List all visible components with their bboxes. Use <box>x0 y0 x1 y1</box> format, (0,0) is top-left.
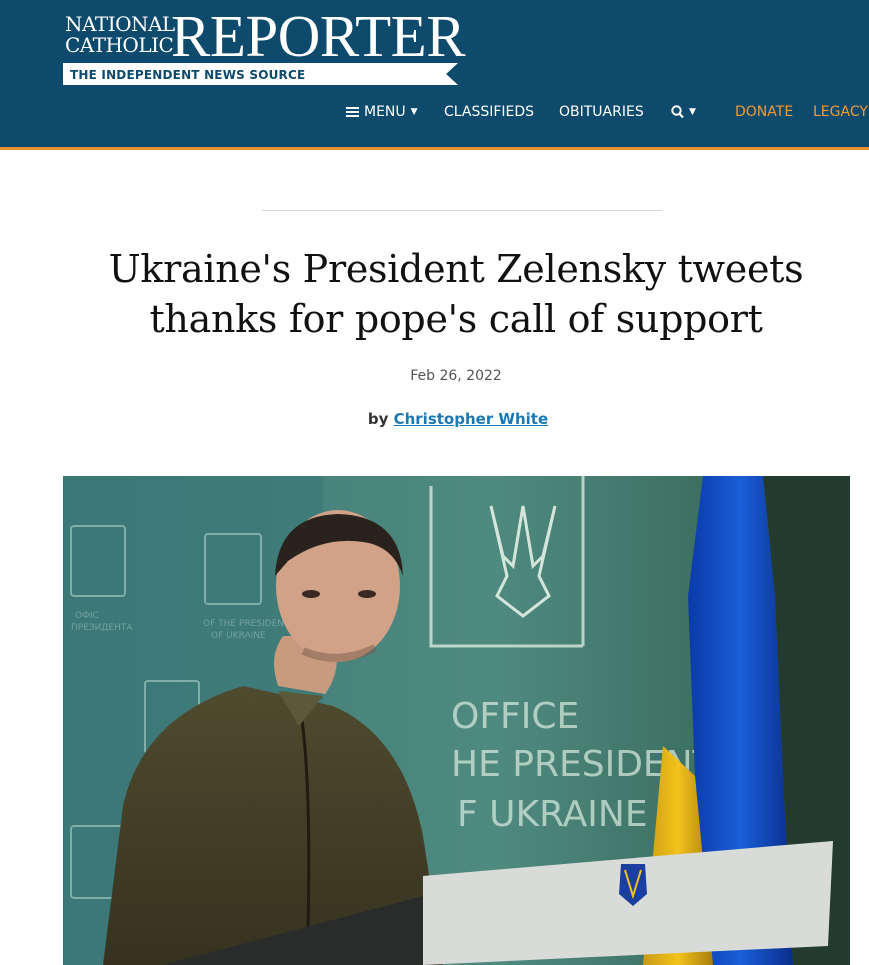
nav-menu-label: MENU <box>364 104 406 120</box>
svg-text:OF THE PRESIDENT: OF THE PRESIDENT <box>203 619 290 629</box>
byline-prefix: by <box>367 410 389 428</box>
logo-small-text: NATIONAL CATHOLIC <box>65 12 175 57</box>
headline-divider <box>262 210 662 211</box>
svg-text:ПРЕЗИДЕНТА: ПРЕЗИДЕНТА <box>71 623 133 633</box>
photo-illustration: ОФІС ПРЕЗИДЕНТА OF THE PRESIDENT OF UKRA… <box>63 476 850 965</box>
caret-down-icon: ▼ <box>689 107 696 117</box>
author-link[interactable]: Christopher White <box>394 410 549 428</box>
backdrop-text-ukraine: F UKRAINE <box>457 794 648 835</box>
logo-reporter-wordmark: REPORTER <box>171 3 466 69</box>
hamburger-icon <box>346 107 359 117</box>
svg-text:OF UKRAINE: OF UKRAINE <box>211 631 266 641</box>
article-byline: by Christopher White <box>0 410 869 428</box>
search-icon <box>671 105 684 119</box>
article-photo: ОФІС ПРЕЗИДЕНТА OF THE PRESIDENT OF UKRA… <box>63 476 850 965</box>
tagline-text: THE INDEPENDENT NEWS SOURCE <box>70 68 306 82</box>
tagline-ribbon: THE INDEPENDENT NEWS SOURCE <box>63 63 458 85</box>
site-header: NATIONAL CATHOLIC REPORTER THE INDEPENDE… <box>0 0 869 150</box>
article-date: Feb 26, 2022 <box>410 368 502 384</box>
backdrop-text-office: OFFICE <box>451 696 579 737</box>
nav-donate[interactable]: DONATE <box>735 104 793 120</box>
nav-menu[interactable]: MENU ▼ <box>346 104 418 120</box>
nav-legacy[interactable]: LEGACY C <box>813 104 869 120</box>
nav-obituaries[interactable]: OBITUARIES <box>559 104 644 120</box>
nav-classifieds[interactable]: CLASSIFIEDS <box>444 104 534 120</box>
svg-text:ОФІС: ОФІС <box>75 611 99 621</box>
nav-search[interactable]: ▼ <box>671 104 696 120</box>
caret-down-icon: ▼ <box>410 107 418 117</box>
article-headline: Ukraine's President Zelensky tweets than… <box>108 247 804 341</box>
